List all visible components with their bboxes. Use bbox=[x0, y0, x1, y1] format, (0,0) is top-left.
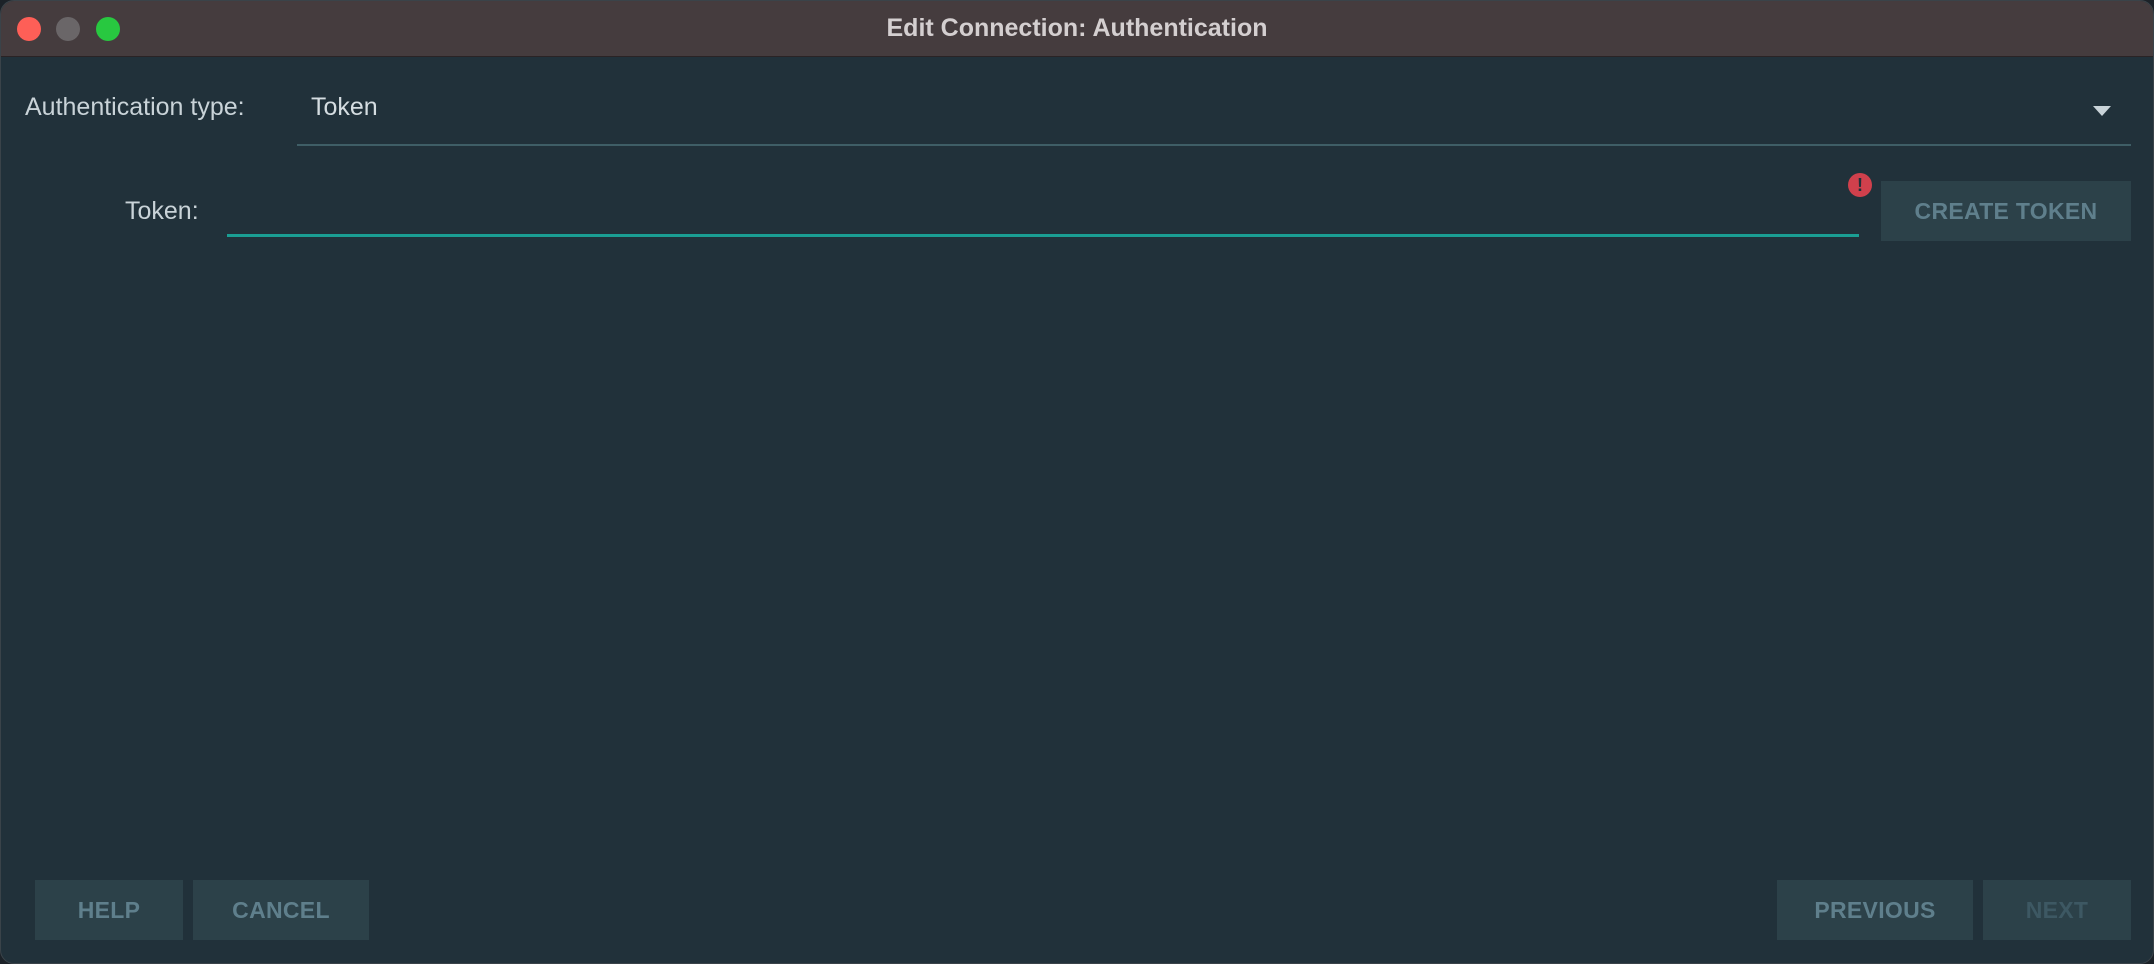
token-input[interactable] bbox=[227, 181, 1859, 237]
create-token-button[interactable]: CREATE TOKEN bbox=[1881, 181, 2131, 241]
cancel-button[interactable]: CANCEL bbox=[193, 880, 369, 940]
window-title: Edit Connection: Authentication bbox=[886, 14, 1268, 42]
next-button[interactable]: NEXT bbox=[1983, 880, 2131, 940]
dialog-window: Edit Connection: Authentication Authenti… bbox=[0, 0, 2154, 964]
auth-type-label: Authentication type: bbox=[25, 93, 245, 121]
auth-type-value: Token bbox=[311, 93, 378, 121]
title-bar: Edit Connection: Authentication bbox=[1, 1, 2153, 57]
help-button[interactable]: HELP bbox=[35, 880, 183, 940]
error-icon: ! bbox=[1848, 173, 1872, 197]
token-label: Token: bbox=[125, 197, 199, 225]
auth-type-select[interactable]: Token bbox=[297, 83, 2131, 146]
caret-down-icon bbox=[2093, 106, 2111, 116]
previous-button[interactable]: PREVIOUS bbox=[1777, 880, 1973, 940]
